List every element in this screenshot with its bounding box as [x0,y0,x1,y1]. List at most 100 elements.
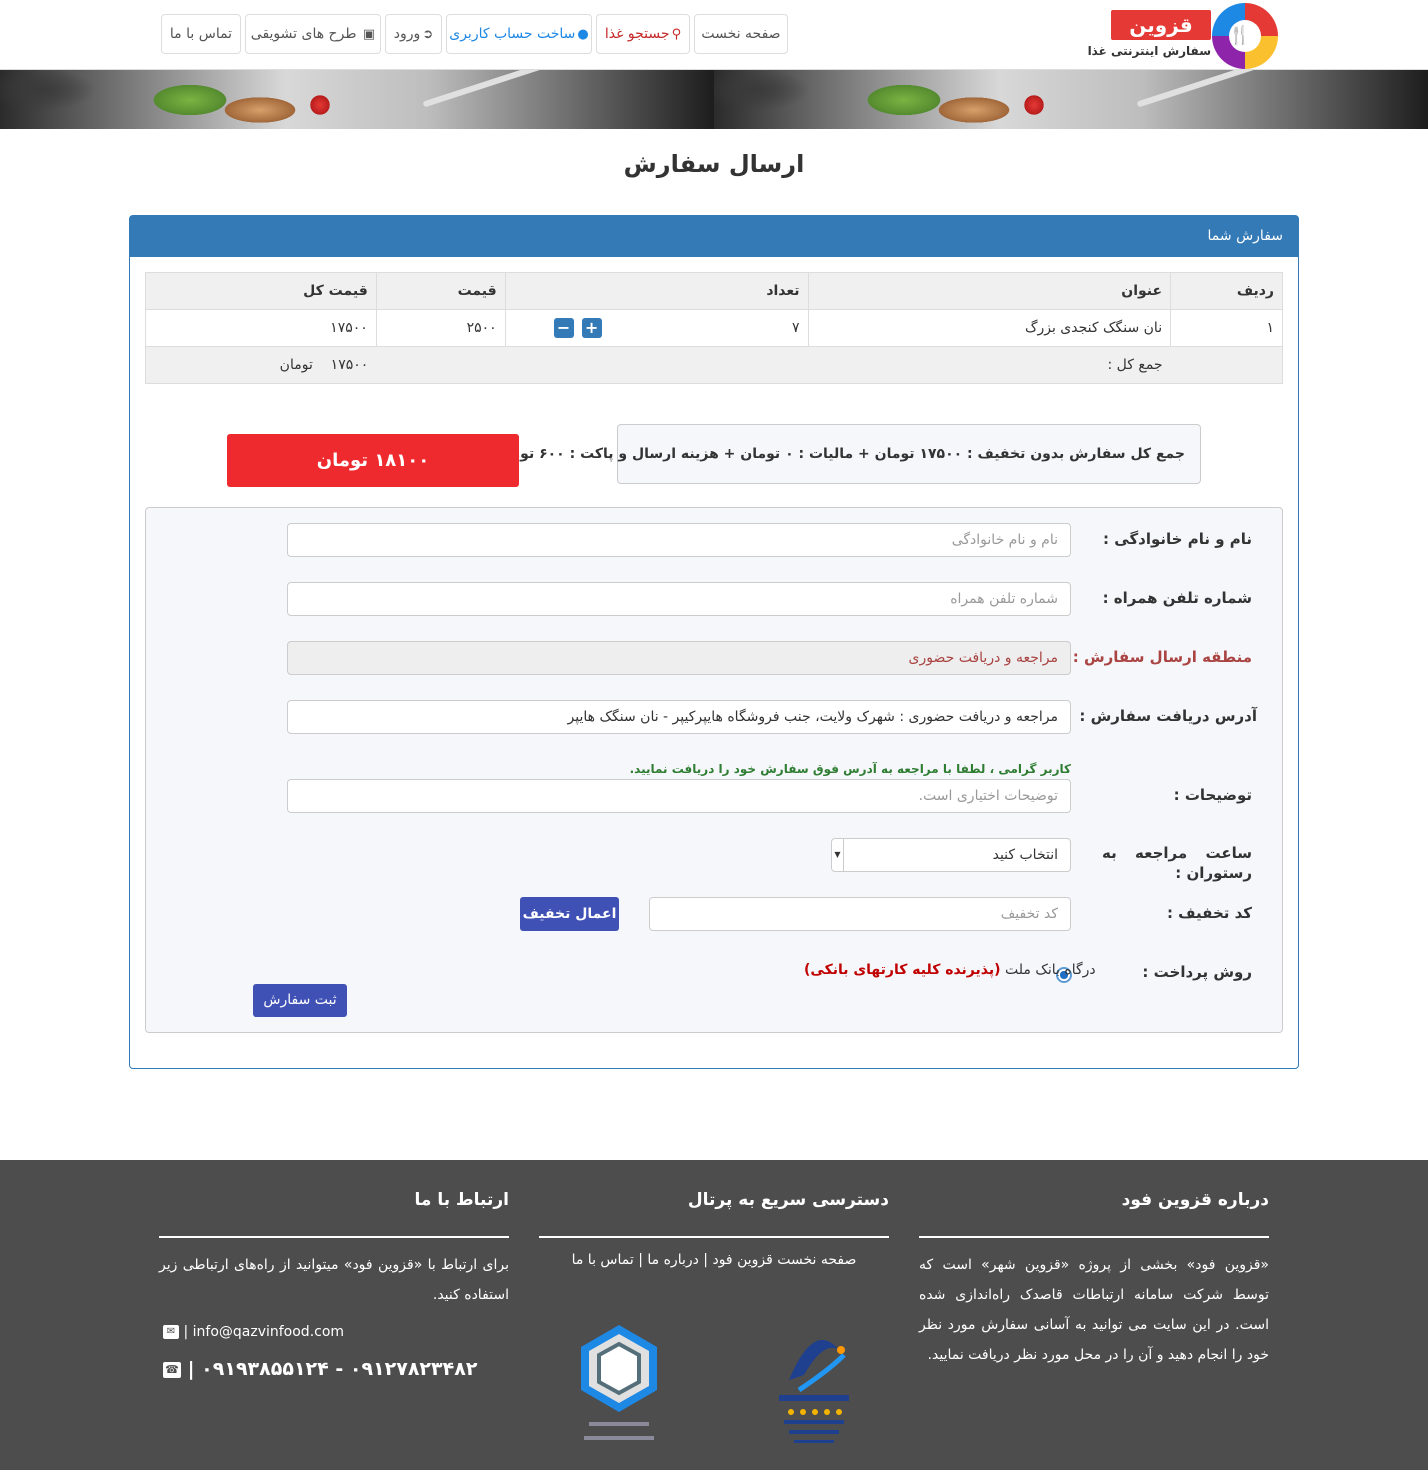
order-table: ردیف عنوان تعداد قیمت قیمت کل ۱ نان سنگک… [145,272,1283,384]
cell-total: ۱۷۵۰۰ [145,309,377,347]
page-title: ارسال سفارش [623,150,805,178]
address-label: آدرس دریافت سفارش : [1079,707,1257,725]
footer-links[interactable]: صفحه نخست قزوین فود | درباره ما | تماس ب… [539,1252,889,1268]
region-input: مراجعه و دریافت حضوری [287,641,1071,675]
name-label: نام و نام خانوادگی : [1103,530,1252,548]
footer-phone-line: ☎ | ۰۹۱۹۳۸۵۵۱۲۴ - ۰۹۱۲۷۸۲۳۴۸۲ [159,1358,509,1380]
footer-quick-title: دسترسی سریع به پرتال [539,1190,889,1238]
user-icon: ● [577,27,589,42]
checkout-form: نام و نام خانوادگی : نام و نام خانوادگی … [145,507,1283,1033]
nav-home-label: صفحه نخست [701,26,781,42]
table-row: ۱ نان سنگک کنجدی بزرگ ۷ +− ۲۵۰۰ ۱۷۵۰۰ [145,309,1283,347]
col-total: قیمت کل [145,272,377,310]
col-qty: تعداد [504,272,809,310]
ecunion-badge-graphic [581,1325,657,1440]
footer-contact-title: ارتباط با ما [159,1190,509,1238]
sum-unit: تومان [279,357,313,373]
footer-about: درباره قزوین فود «قزوین فود» بخشی از پرو… [919,1190,1269,1370]
sum-label: جمع کل : [808,346,1171,384]
table-header-row: ردیف عنوان تعداد قیمت قیمت کل [145,272,1283,310]
nav-register[interactable]: ●ساخت حساب کاربری [446,14,592,54]
order-summary: جمع کل سفارش بدون تخفیف : ۱۷۵۰۰ تومان + … [494,424,1201,484]
pickup-time-select[interactable]: انتخاب کنید ▼ [831,838,1071,872]
phone-input[interactable]: شماره تلفن همراه [287,582,1071,616]
col-title: عنوان [807,272,1172,310]
footer-email[interactable]: info@qazvinfood.com [193,1324,344,1340]
phone-label: شماره تلفن همراه : [1102,589,1252,607]
nav-login[interactable]: ➲ورود [385,14,442,54]
submit-order-button[interactable]: ثبت سفارش [253,984,347,1017]
total-empty [1170,346,1283,384]
logo-title: قزوین فود [1111,10,1211,67]
notes-input[interactable]: توضیحات اختیاری است. [287,779,1071,813]
phone-icon: ☎ [163,1361,181,1378]
footer-about-title: درباره قزوین فود [919,1190,1269,1238]
nav-search[interactable]: ⚲جستجو غذا [596,14,690,54]
nav-contact[interactable]: تماس با ما [161,14,241,54]
footer: درباره قزوین فود «قزوین فود» بخشی از پرو… [0,1160,1428,1470]
sum-cell: ۱۷۵۰۰ تومان [145,346,377,384]
panel-title: سفارش شما [130,216,1298,257]
sum-value: ۱۷۵۰۰ [330,357,369,373]
total-amount-button[interactable]: ۱۸۱۰۰ تومان [227,434,519,487]
nav-login-label: ورود [393,26,421,42]
ecunion-badge[interactable] [569,1320,669,1450]
col-price: قیمت [375,272,506,310]
login-icon: ➲ [422,27,434,42]
apply-coupon-button[interactable]: اعمال تخفیف [520,897,619,931]
total-spacer [376,346,809,384]
region-label: منطقه ارسال سفارش : [1072,648,1252,666]
pickup-time-label-line2: رستوران : [1175,864,1252,882]
cell-row: ۱ [1170,309,1283,347]
pickup-time-label-line1: ساعت مراجعه به [1102,844,1252,862]
food-banner [0,70,1428,129]
payment-option: درگاه بانک ملت (پذیرنده کلیه کارتهای بان… [804,962,1096,978]
nav-contact-label: تماس با ما [169,26,233,42]
gift-icon: ▣ [362,27,376,42]
nav-register-label: ساخت حساب کاربری [449,26,576,42]
col-total-label: قیمت کل [303,283,368,299]
cell-price: ۲۵۰۰ [375,309,506,347]
nav-promotions-label: طرح های تشویقی [250,26,357,42]
cell-qty: ۷ +− [504,309,809,347]
footer-quick-links: دسترسی سریع به پرتال صفحه نخست قزوین فود… [539,1190,889,1450]
cell-title: نان سنگک کنجدی بزرگ [807,309,1172,347]
footer-email-line: ✉ | info@qazvinfood.com [159,1324,509,1340]
payment-option-name: درگاه بانک ملت [1004,962,1096,978]
table-total-row: جمع کل : ۱۷۵۰۰ تومان [145,346,1283,384]
footer-contact: ارتباط با ما برای ارتباط با «قزوین فود» … [159,1190,509,1380]
top-navbar: قزوین فود سفارش اینترنتی غذا 🍴 صفحه نخست… [0,0,1428,70]
col-row: ردیف [1170,272,1283,310]
chevron-down-icon: ▼ [832,839,844,871]
minus-icon[interactable]: − [553,318,574,338]
plus-icon[interactable]: + [581,318,602,338]
footer-phones: ۰۹۱۹۳۸۵۵۱۲۴ - ۰۹۱۲۷۸۲۳۴۸۲ [201,1358,478,1380]
enamad-badge-graphic [779,1340,849,1443]
envelope-icon: ✉ [163,1325,179,1339]
pickup-time-value: انتخاب کنید [992,847,1058,863]
coupon-label: کد تخفیف : [1166,904,1252,922]
enamad-badge[interactable] [769,1320,859,1455]
payment-option-note: (پذیرنده کلیه کارتهای بانکی) [804,962,1001,978]
order-panel: سفارش شما ردیف عنوان تعداد قیمت قیمت کل … [129,215,1299,1069]
qty-controls: +− [550,318,606,338]
qty-value: ۷ [792,320,800,336]
logo-icon: 🍴 [1212,3,1278,69]
pickup-time-label: ساعت مراجعه به رستوران : [1102,844,1252,882]
notes-label: توضیحات : [1173,786,1252,804]
nav-search-label: جستجو غذا [604,26,670,42]
banner-image-left [0,70,714,129]
banner-image-right [714,70,1428,129]
address-hint: کاربر گرامی ، لطفا با مراجعه به آدرس فوق… [629,762,1071,776]
coupon-input[interactable]: کد تخفیف [649,897,1071,931]
nav-home[interactable]: صفحه نخست [694,14,788,54]
nav-promotions[interactable]: ▣ طرح های تشویقی [245,14,381,54]
name-input[interactable]: نام و نام خانوادگی [287,523,1071,557]
search-icon: ⚲ [671,27,682,42]
payment-label: روش پرداخت : [1142,963,1252,981]
footer-about-text: «قزوین فود» بخشی از پروژه «قزوین شهر» اس… [919,1257,1269,1363]
address-input[interactable]: مراجعه و دریافت حضوری : شهرک ولایت، جنب … [287,700,1071,734]
site-logo[interactable]: قزوین فود سفارش اینترنتی غذا 🍴 [1087,2,1284,69]
footer-contact-text: برای ارتباط با «قزوین فود» میتوانید از ر… [159,1257,509,1303]
logo-subtitle: سفارش اینترنتی غذا [1087,44,1211,58]
